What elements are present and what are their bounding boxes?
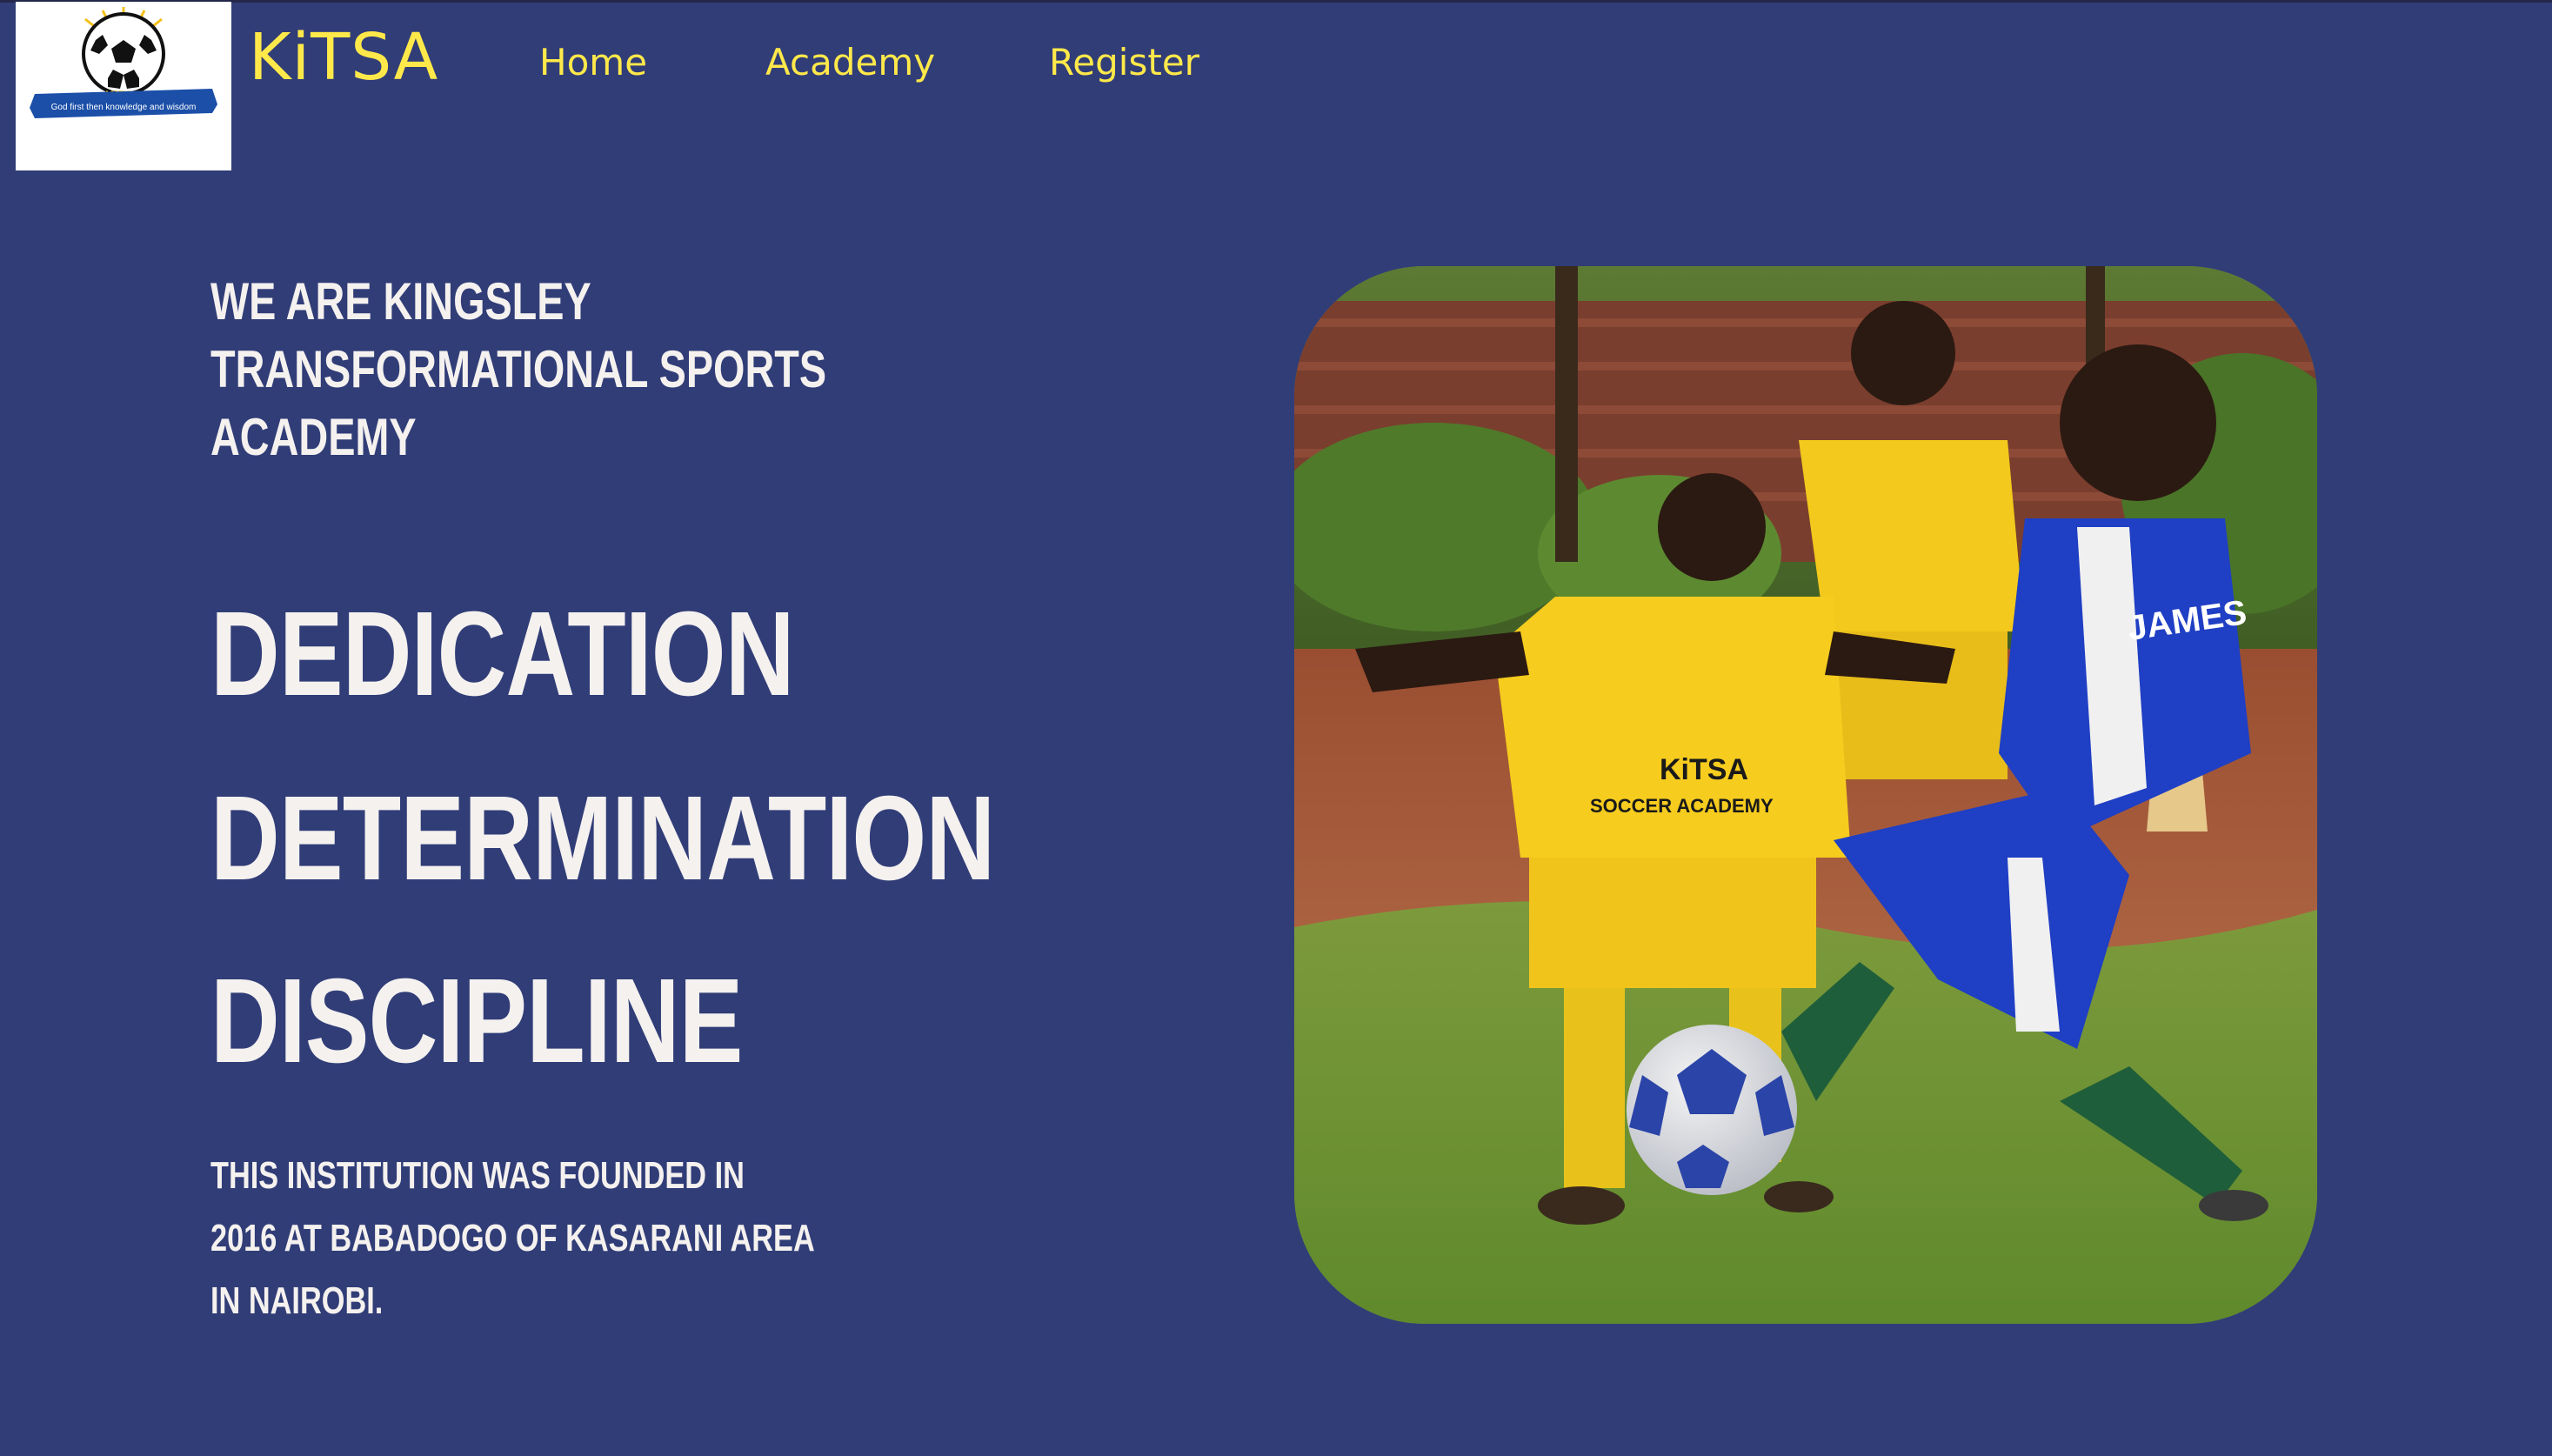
- about-text: THIS INSTITUTION WAS FOUNDED IN 2016 AT …: [210, 1145, 815, 1332]
- nav-register-link[interactable]: Register: [1049, 38, 1199, 87]
- about-line: 2016 AT BABADOGO OF KASARANI AREA: [210, 1217, 815, 1259]
- about-line: THIS INSTITUTION WAS FOUNDED IN: [210, 1154, 745, 1197]
- hero-intro-line: ACADEMY: [210, 408, 417, 466]
- hero-intro-line: WE ARE KINGSLEY: [210, 272, 591, 331]
- hero-photo: 7 KiTSA SOCCER ACADEMY JAMES: [1294, 266, 2317, 1324]
- logo[interactable]: KiTSA God first then knowledge and wisdo…: [16, 2, 231, 170]
- motto-determination: DETERMINATION: [210, 771, 995, 905]
- nav-academy-link[interactable]: Academy: [765, 38, 935, 87]
- about-line: IN NAIROBI.: [210, 1279, 384, 1322]
- nav-home-link[interactable]: Home: [539, 38, 647, 87]
- hero-intro-line: TRANSFORMATIONAL SPORTS: [210, 340, 827, 398]
- jersey-text-academy: SOCCER ACADEMY: [1590, 795, 1774, 817]
- motto-discipline: DISCIPLINE: [210, 954, 743, 1088]
- logo-banner-text: God first then knowledge and wisdom: [51, 103, 197, 112]
- jersey-text-kitsa: KiTSA: [1660, 753, 1748, 786]
- hero-intro: WE ARE KINGSLEY TRANSFORMATIONAL SPORTS …: [210, 268, 826, 471]
- motto-dedication: DEDICATION: [210, 587, 795, 721]
- brand-name[interactable]: KiTSA: [249, 19, 438, 96]
- top-border: [0, 0, 2552, 3]
